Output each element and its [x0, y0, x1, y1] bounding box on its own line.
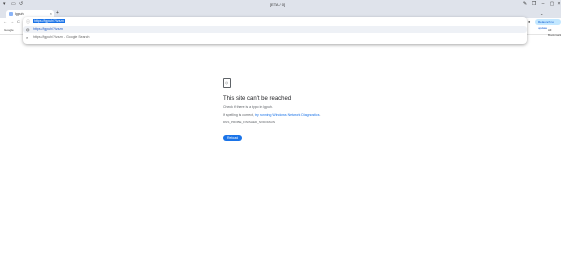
- omnibox-suggestion[interactable]: ⌕ https://lgpuh/?ivzzn - Google Search: [23, 34, 527, 41]
- restore-icon[interactable]: ❐: [530, 1, 538, 8]
- sad-face-icon: ☹: [225, 81, 229, 85]
- diagnostics-suffix: .: [319, 113, 321, 117]
- app-menu-icon[interactable]: ▾: [3, 1, 6, 8]
- reload-button[interactable]: C: [17, 19, 20, 25]
- new-tab-button[interactable]: +: [56, 10, 59, 17]
- window-title: [ETA / 0]: [270, 2, 286, 7]
- history-icon[interactable]: ↺: [19, 1, 23, 8]
- diagnostics-link[interactable]: try running Windows Network Diagnostics: [255, 113, 320, 117]
- reload-button[interactable]: Reload: [223, 135, 243, 141]
- error-line-typo: Check if there is a typo in lgpuh.: [223, 105, 273, 109]
- tab-title: lgpuh: [15, 12, 24, 16]
- omnibox-input-value[interactable]: https://lgpuh/?ivzzn: [33, 19, 65, 23]
- omnibox-dropdown: ⓘ https://lgpuh/?ivzzn ◍ https://lgpuh/?…: [23, 17, 527, 44]
- tab-search-icon[interactable]: ▭: [11, 1, 16, 8]
- chevron-down-icon[interactable]: ⌄: [540, 10, 543, 17]
- error-line-diagnostics: If spelling is correct, try running Wind…: [223, 113, 320, 118]
- minimize-button[interactable]: –: [539, 1, 547, 8]
- close-button[interactable]: ×: [555, 1, 561, 8]
- sad-document-icon: ☹: [223, 78, 231, 88]
- globe-icon: ◍: [26, 27, 30, 32]
- bookmark-google[interactable]: Google: [4, 28, 14, 33]
- forward-button[interactable]: →: [10, 19, 14, 25]
- omnibox-suggestion[interactable]: ◍ https://lgpuh/?ivzzn: [23, 26, 527, 33]
- back-button[interactable]: ←: [3, 19, 7, 25]
- error-title: This site can't be reached: [223, 96, 292, 102]
- suggestion-text[interactable]: https://lgpuh/?ivzzn: [33, 26, 63, 33]
- omnibox-input[interactable]: https://lgpuh/?ivzzn: [33, 18, 65, 25]
- search-icon: ⌕: [26, 35, 29, 40]
- site-info-icon[interactable]: ⓘ: [26, 19, 30, 25]
- suggestion-text[interactable]: https://lgpuh/?ivzzn - Google Search: [33, 34, 89, 41]
- edit-icon[interactable]: ✎: [521, 1, 529, 8]
- all-bookmarks-button[interactable]: All Bookmarks: [548, 28, 561, 38]
- omnibox-input-row[interactable]: ⓘ https://lgpuh/?ivzzn: [23, 18, 527, 25]
- error-code: DNS_PROBE_FINISHED_NXDOMAIN: [223, 120, 276, 124]
- profile-icon[interactable]: ●: [528, 19, 530, 25]
- relaunch-button[interactable]: Relaunch to update: [535, 19, 561, 30]
- diagnostics-prefix: If spelling is correct,: [223, 113, 255, 117]
- globe-icon: [9, 12, 13, 16]
